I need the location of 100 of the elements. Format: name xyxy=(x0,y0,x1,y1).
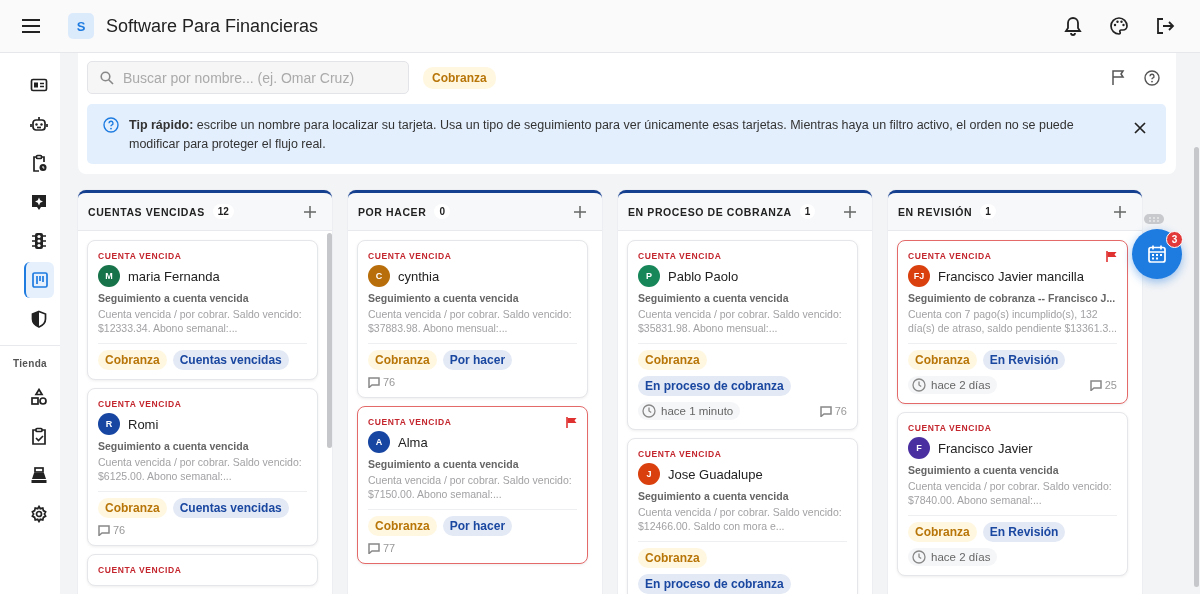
comment-count: 76 xyxy=(383,376,396,388)
clock-icon xyxy=(642,404,656,418)
avatar: M xyxy=(98,265,120,287)
tag: Cuentas vencidas xyxy=(172,498,289,518)
drag-handle[interactable] xyxy=(1144,214,1164,224)
help-icon xyxy=(103,117,119,133)
count-badge: 0 xyxy=(434,204,450,219)
comment-icon xyxy=(368,376,380,388)
task-card[interactable]: CUENTA VENCIDA xyxy=(87,554,318,586)
time-text: hace 2 días xyxy=(931,551,991,563)
tag: Cobranza xyxy=(908,522,977,542)
card-description: Cuenta con 7 pago(s) incumplido(s), 132 día(s) de atraso, saldo pendiente $13361.3... xyxy=(908,307,1117,344)
comment-icon xyxy=(1089,379,1102,391)
tag: Cobranza xyxy=(368,350,437,370)
card-subtitle: Seguimiento a cuenta vencida xyxy=(638,292,790,304)
filter-chip[interactable]: Cobranza xyxy=(423,66,496,89)
column-title: CUENTAS VENCIDAS xyxy=(88,205,205,218)
task-card[interactable]: CUENTA VENCIDA A Alma Seguimiento a cuenta vencida Cuenta vencida / por cobrar. Saldo vencido: $7150.00. Abono semanal:... Cobranza Por hacer 77 xyxy=(357,406,588,564)
sparkle-chat-icon xyxy=(30,193,48,211)
avatar: FJ xyxy=(908,265,930,287)
client-name: Francisco Javier mancilla xyxy=(938,268,1084,284)
time-text: hace 2 días xyxy=(931,379,991,391)
task-card[interactable] xyxy=(897,240,1128,404)
comment-count: 77 xyxy=(383,542,396,554)
tag: Cobranza xyxy=(638,350,707,370)
avatar: R xyxy=(98,413,120,435)
comment-icon xyxy=(368,542,380,554)
count-badge: 1 xyxy=(799,204,816,219)
tag: En proceso de cobranza xyxy=(638,376,791,396)
tag: En proceso de cobranza xyxy=(638,574,791,594)
status-label: CUENTA VENCIDA xyxy=(908,251,992,261)
kanban-board-icon xyxy=(31,271,49,289)
clock-icon xyxy=(912,550,926,564)
client-name: Pablo Paolo xyxy=(668,268,739,284)
client-name: maria Fernanda xyxy=(128,268,220,284)
status-label: CUENTA VENCIDA xyxy=(368,251,452,261)
client-name: cynthia xyxy=(398,268,440,284)
robot-icon xyxy=(30,115,48,133)
tag: Cobranza xyxy=(908,350,977,370)
logo-badge: S xyxy=(68,13,94,39)
task-card[interactable]: CUENTA VENCIDA J Jose Guadalupe Seguimiento a cuenta vencida Cuenta vencida / por cobrar. Saldo vencido: $12466.00. Saldo con mora e... Cobranza En proceso de cobranza xyxy=(627,438,858,594)
section-label: Tienda xyxy=(13,358,47,369)
card-subtitle: Seguimiento a cuenta vencida xyxy=(98,292,250,304)
comment-icon xyxy=(98,524,110,536)
card-subtitle: Seguimiento a cuenta vencida xyxy=(908,464,1060,476)
help-icon[interactable] xyxy=(1142,67,1162,88)
card-subtitle: Seguimiento a cuenta vencida xyxy=(98,440,250,452)
time-text: hace 1 minuto xyxy=(661,405,734,417)
search-icon xyxy=(100,71,114,85)
status-label: CUENTA VENCIDA xyxy=(908,423,992,433)
task-card[interactable]: CUENTA VENCIDA R Romi Seguimiento a cuenta vencida Cuenta vencida / por cobrar. Saldo vencido: $6125.00. Abono semanal:... Cobranza Cuentas vencidas 76 xyxy=(87,388,318,546)
status-label: CUENTA VENCIDA xyxy=(638,251,722,261)
search-field[interactable]: Buscar por nombre... (ej. Omar Cruz) xyxy=(87,61,409,94)
notification-badge: 3 xyxy=(1166,231,1183,248)
tag: Por hacer xyxy=(442,350,513,370)
count-badge: 12 xyxy=(212,204,234,219)
comment-icon xyxy=(819,405,832,417)
traffic-light-icon xyxy=(30,232,48,250)
task-card[interactable]: CUENTA VENCIDA F Francisco Javier Seguimiento a cuenta vencida Cuenta vencida / por cobrar. Saldo vencido: $7840.00. Abono semanal:... Cobranza En Revisión hace 2 días xyxy=(897,412,1128,576)
card-description: Cuenta vencida / por cobrar. Saldo vencido: $7150.00. Abono semanal:... xyxy=(368,473,577,510)
comment-count: 25 xyxy=(1104,379,1117,391)
task-card[interactable]: CUENTA VENCIDA C cynthia Seguimiento a cuenta vencida Cuenta vencida / por cobrar. Saldo vencido: $37883.98. Abono mensual:... Cobranza Por hacer 76 xyxy=(357,240,588,398)
column-title: POR HACER xyxy=(358,205,427,218)
task-card[interactable]: CUENTA VENCIDA M maria Fernanda Seguimiento a cuenta vencida Cuenta vencida / por cobrar. Saldo vencido: $12333.34. Abono semanal:... Cobranza Cuentas vencidas xyxy=(87,240,318,380)
status-label: CUENTA VENCIDA xyxy=(98,399,182,409)
client-name: Alma xyxy=(398,434,428,450)
client-name: Francisco Javier xyxy=(938,440,1033,456)
flag-icon xyxy=(566,416,577,428)
card-subtitle: Seguimiento de cobranza -- Francisco J... xyxy=(908,292,1117,304)
tag: Cobranza xyxy=(368,516,437,536)
comment-count: 76 xyxy=(834,405,847,417)
calendar-button[interactable]: 3 xyxy=(1132,229,1182,279)
task-card[interactable]: CUENTA VENCIDA P Pablo Paolo Seguimiento a cuenta vencida Cuenta vencida / por cobrar. Saldo vencido: $35831.98. Abono mensual:... Cobranza En proceso de cobranza hace 1 minuto 76 xyxy=(627,240,858,430)
tag: Cobranza xyxy=(98,350,167,370)
tag: Cobranza xyxy=(98,498,167,518)
scrollbar[interactable] xyxy=(327,233,332,448)
card-description: Cuenta vencida / por cobrar. Saldo vencido: $6125.00. Abono semanal:... xyxy=(98,455,307,492)
id-card-icon xyxy=(30,76,48,94)
column-title: EN REVISIÓN xyxy=(898,205,973,218)
avatar: A xyxy=(368,431,390,453)
status-label: CUENTA VENCIDA xyxy=(638,449,722,459)
card-description: Cuenta vencida / por cobrar. Saldo vencido: $7840.00. Abono semanal:... xyxy=(908,479,1117,516)
tag: Cuentas vencidas xyxy=(172,350,289,370)
tag: Por hacer xyxy=(442,516,513,536)
shield-icon xyxy=(30,310,48,328)
shapes-icon xyxy=(30,388,48,406)
avatar: P xyxy=(638,265,660,287)
card-subtitle: Seguimiento a cuenta vencida xyxy=(368,292,520,304)
cash-register-icon xyxy=(30,466,48,484)
card-subtitle: Seguimiento a cuenta vencida xyxy=(368,458,520,470)
tip-text: Tip rápido: escribe un nombre para localizar su tarjeta. Usa un tipo de seguimiento para ver únicamente esas tarjetas. Mientras haya un filtro activo, el orden no se puede modificar para proteger el flujo real. xyxy=(129,117,1075,153)
clipboard-check-icon xyxy=(30,427,48,445)
tag: En Revisión xyxy=(982,350,1066,370)
avatar: J xyxy=(638,463,660,485)
clock-icon xyxy=(912,378,926,392)
count-badge: 1 xyxy=(980,204,996,219)
gear-icon xyxy=(30,505,48,523)
column-title: EN PROCESO DE COBRANZA xyxy=(628,205,792,218)
scrollbar[interactable] xyxy=(1194,147,1199,587)
card-description: Cuenta vencida / por cobrar. Saldo vencido: $37883.98. Abono mensual:... xyxy=(368,307,577,344)
